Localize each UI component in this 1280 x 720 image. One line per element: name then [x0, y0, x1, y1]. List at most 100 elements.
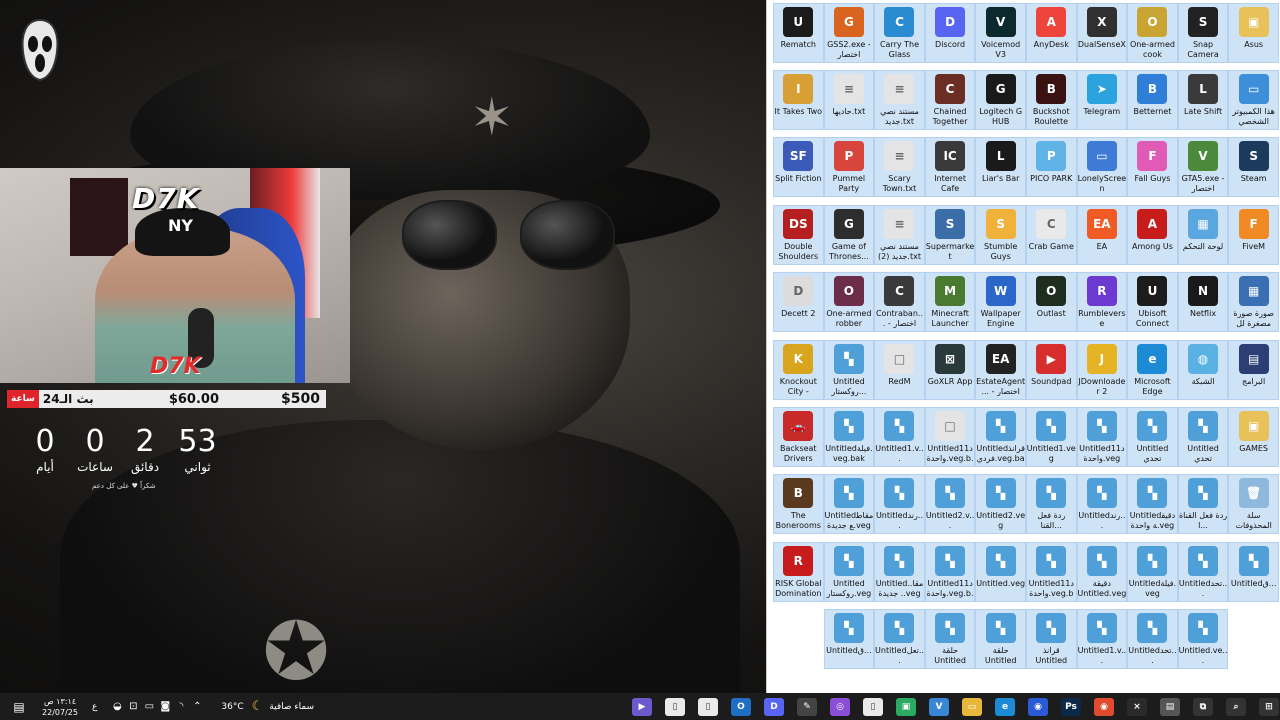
desktop-icon[interactable]: ▚ Untitled.ve...: [1177, 609, 1229, 669]
desktop-icon[interactable]: ◍ الشبكة: [1177, 340, 1229, 400]
desktop-icon[interactable]: ▚ قرانذ Untitled فردي.veg: [1025, 609, 1077, 669]
desktop-icon[interactable]: IC Internet Cafe Simulator 2...: [924, 137, 976, 197]
notes-icon[interactable]: ▯: [665, 697, 685, 716]
desktop-icon[interactable]: U Ubisoft Connect: [1127, 272, 1178, 332]
language-indicator[interactable]: ع: [92, 702, 97, 712]
wifi-icon[interactable]: ◒: [109, 701, 125, 712]
desktop-icon[interactable]: ▭ LonelyScreen: [1076, 137, 1128, 197]
desktop-icon[interactable]: F Fall Guys: [1127, 137, 1178, 197]
desktop-icon[interactable]: ▚ Untitled1.v...: [1076, 609, 1128, 669]
desktop-icon[interactable]: ▦ لوحة التحكم: [1177, 205, 1229, 265]
desktop-icon[interactable]: C Carry The Glass: [874, 3, 925, 63]
desktop-icon[interactable]: ▚ Untitled2.veg: [975, 474, 1026, 534]
desktop-icon[interactable]: D Discord: [924, 3, 976, 63]
desktop-icon[interactable]: ▚ Untitledدقيقة واحدة.veg: [1127, 474, 1178, 534]
desktop-icon[interactable]: EA EA: [1076, 205, 1128, 265]
desktop-icon[interactable]: ▚ Untitledتحد...: [1127, 609, 1178, 669]
start-icon[interactable]: ⊞: [1259, 697, 1279, 716]
desktop-icon[interactable]: B Buckshot Roulette: [1025, 70, 1077, 130]
chrome-icon[interactable]: ◉: [1094, 697, 1114, 716]
desktop-icon[interactable]: ▚ Untitled تحدي الضحك.veg: [1127, 407, 1178, 467]
desktop-icon[interactable]: 🗑 سلة المحذوفات: [1228, 474, 1279, 534]
chevron-up-icon[interactable]: ⌃: [189, 701, 205, 712]
desktop-icon[interactable]: R Rumbleverse: [1076, 272, 1128, 332]
weather-widget[interactable]: 36°C ☾ سماء صافية: [221, 699, 314, 714]
capcut-icon[interactable]: ⨯: [1127, 697, 1147, 716]
desktop-icon[interactable]: ▚ Untitled2.v...: [924, 474, 976, 534]
desktop-icon[interactable]: A Among Us: [1127, 205, 1178, 265]
desktop-icon[interactable]: ▚ Untitledتحد...: [1177, 542, 1229, 602]
desktop-icon[interactable]: EA EstateAgent... - اختصار: [975, 340, 1026, 400]
desktop-icon[interactable]: ▚ Untitledد11 واحدة.veg.b...: [924, 542, 976, 602]
camera-icon[interactable]: ◙: [157, 701, 173, 712]
desktop-icon[interactable]: ▚ حلقة Untitled خاصة.veg: [924, 609, 976, 669]
desktop-icon[interactable]: ➤ Telegram: [1076, 70, 1128, 130]
desktop-icon[interactable]: ▚ Untitledرند...: [1076, 474, 1128, 534]
desktop-icon[interactable]: e Microsoft Edge: [1127, 340, 1178, 400]
desktop-icon[interactable]: J JDownloader 2: [1076, 340, 1128, 400]
outlook-icon[interactable]: O: [731, 697, 751, 716]
desktop-icon[interactable]: S Snap Camera: [1177, 3, 1229, 63]
desktop-icon[interactable]: D Decett 2: [773, 272, 824, 332]
desktop-icon[interactable]: P Pummel Party: [823, 137, 875, 197]
volume-icon[interactable]: ⊡: [125, 701, 141, 712]
desktop-icon[interactable]: F FiveM: [1228, 205, 1279, 265]
browser-icon[interactable]: ◉: [1028, 697, 1048, 716]
desktop-icon[interactable]: ▚ Untitled1.veg: [1025, 407, 1077, 467]
editor-icon[interactable]: ✎: [797, 697, 817, 716]
desktop-icon[interactable]: ▚ Untitledمقا... جديدة.veg: [874, 542, 925, 602]
photoshop-icon[interactable]: Ps: [1061, 697, 1081, 716]
desktop-icon[interactable]: C Chained Together: [924, 70, 976, 130]
file-taskbar-icon[interactable]: ▯: [863, 697, 883, 716]
desktop-icon[interactable]: ▚ Untitledد11 واحدة.veg.bak: [1025, 542, 1077, 602]
desktop-icon[interactable]: ▦ صورة صورة مصغرة لل: [1228, 272, 1279, 332]
desktop-icon[interactable]: A AnyDesk: [1025, 3, 1077, 63]
desktop-icon[interactable]: G Logitech G HUB: [975, 70, 1026, 130]
desktop-icon[interactable]: ▚ Untitledقرانذ فردي.veg.bak: [975, 407, 1026, 467]
desktop-icon[interactable]: ▚ Untitled تحدي الضحك.veg...: [1177, 407, 1229, 467]
desktop-icon[interactable]: W Wallpaper Engine: [975, 272, 1026, 332]
file-explorer-icon[interactable]: ▭: [962, 697, 982, 716]
desktop-icon[interactable]: ≡ مستند نصي جديد.txt: [874, 70, 925, 130]
desktop-icon[interactable]: K Knockout City - Privat...: [773, 340, 824, 400]
desktop-icon[interactable]: C Crab Game: [1025, 205, 1077, 265]
edge-taskbar-icon[interactable]: e: [995, 697, 1015, 716]
desktop-icon[interactable]: ▚ Untitledق...: [823, 609, 875, 669]
task-view-icon[interactable]: ⧉: [1193, 697, 1213, 716]
desktop-icon[interactable]: B Betternet: [1127, 70, 1178, 130]
desktop-icon[interactable]: ▚ Untitledد11 واحدة.veg: [1076, 407, 1128, 467]
desktop-icon[interactable]: SF Split Fiction: [773, 137, 824, 197]
app-icon[interactable]: ▤: [1160, 697, 1180, 716]
desktop-icon[interactable]: ⊠ GoXLR App: [924, 340, 976, 400]
desktop-icon[interactable]: M Minecraft Launcher: [924, 272, 976, 332]
desktop-icon[interactable]: ▚ ردة فعل القناة ا...: [1177, 474, 1229, 534]
desktop-icon[interactable]: ▚ Untitledمقاطع جديدة.veg: [823, 474, 875, 534]
desktop-icon[interactable]: ≡ Scary Town.txt: [874, 137, 925, 197]
desktop-icon[interactable]: ▣ Asus: [1228, 3, 1279, 63]
desktop-icon[interactable]: N Netflix: [1177, 272, 1229, 332]
desktop-icon[interactable]: ▶ Soundpad: [1025, 340, 1077, 400]
xbox-icon[interactable]: ▣: [896, 697, 916, 716]
taskbar-clock[interactable]: ١٣:١٤ ص 22/07/25: [40, 696, 80, 718]
desktop-icon[interactable]: ▚ Untitled روكستار.veg: [823, 542, 875, 602]
desktop-icon[interactable]: B The Bonerooms: [773, 474, 824, 534]
desktop-icon[interactable]: O One-armed cook: [1127, 3, 1178, 63]
desktop-icon[interactable]: ▣ GAMES: [1228, 407, 1279, 467]
desktop-icon[interactable]: ▚ Untitledرند...: [874, 474, 925, 534]
desktop-icon[interactable]: ▤ البرامج: [1228, 340, 1279, 400]
desktop-icon[interactable]: ▚ ردة فعل القنا...: [1025, 474, 1077, 534]
desktop-icon[interactable]: ≡ مستند نصي جديد (2).txt: [874, 205, 925, 265]
media-player-icon[interactable]: ▶: [632, 697, 652, 716]
desktop-icon[interactable]: ▚ Untitled.veg: [975, 542, 1026, 602]
battery-icon[interactable]: ▭: [141, 701, 157, 712]
desktop-icon[interactable]: V GTA5.exe - اختصار: [1177, 137, 1229, 197]
desktop-icon[interactable]: ≡ حاديها.txt: [823, 70, 875, 130]
desktop-icon[interactable]: ▚ Untitledفيلة.veg: [1127, 542, 1178, 602]
desktop-icon[interactable]: ▚ Untitledتعل...: [874, 609, 925, 669]
obs-icon[interactable]: ◎: [830, 697, 850, 716]
desktop-icon[interactable]: L Late Shift: [1177, 70, 1229, 130]
desktop-icon[interactable]: L Liar's Bar: [975, 137, 1026, 197]
desktop-icon[interactable]: O Outlast: [1025, 272, 1077, 332]
search-icon[interactable]: ⌕: [1226, 697, 1246, 716]
desktop-icon[interactable]: ▚ Untitledفيلة.veg.bak: [823, 407, 875, 467]
